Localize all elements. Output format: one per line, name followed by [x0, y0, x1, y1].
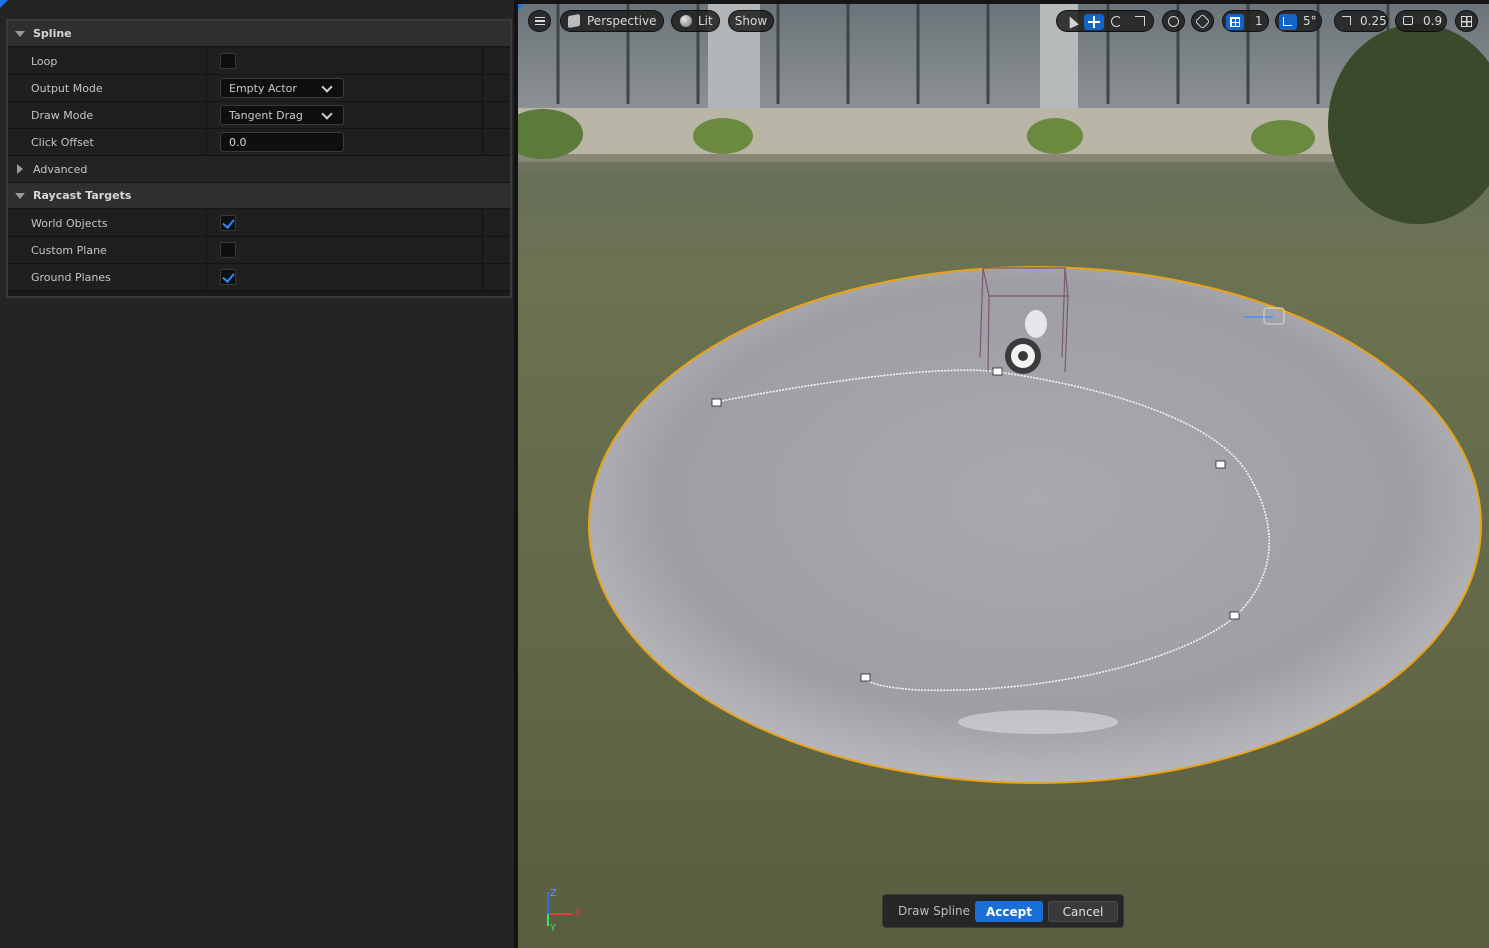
- grid-snap-control[interactable]: 1: [1222, 10, 1269, 32]
- viewport-layout-button[interactable]: [1455, 10, 1478, 32]
- draw-mode-value: Tangent Drag: [229, 109, 303, 122]
- output-mode-label: Output Mode: [31, 82, 103, 95]
- collapse-arrow-icon: [15, 30, 25, 37]
- lit-label: Lit: [698, 14, 713, 28]
- chevron-down-icon: [321, 81, 333, 93]
- coordinate-system-button[interactable]: [1162, 10, 1185, 32]
- expand-arrow-icon: [17, 164, 23, 174]
- surface-snap-icon: [1194, 13, 1211, 29]
- scale-snap-value: 0.25: [1360, 14, 1387, 28]
- camera-icon: [1403, 16, 1413, 25]
- click-offset-label: Click Offset: [31, 136, 94, 149]
- layout-grid-icon: [1461, 15, 1472, 27]
- perspective-button[interactable]: Perspective: [560, 10, 664, 32]
- axis-z-label: Z: [550, 888, 557, 899]
- chevron-down-icon: [321, 108, 333, 120]
- scale-icon: [1135, 16, 1145, 26]
- rotation-snap-toggle[interactable]: [1279, 14, 1297, 30]
- move-tool-button[interactable]: [1084, 14, 1104, 30]
- show-label: Show: [734, 14, 768, 28]
- advanced-label: Advanced: [33, 162, 88, 176]
- spline-point[interactable]: [1229, 611, 1240, 620]
- category-spline-label: Spline: [33, 27, 72, 40]
- advanced-expander[interactable]: Advanced: [8, 156, 510, 183]
- draw-mode-label: Draw Mode: [31, 109, 94, 122]
- scale-tool-button[interactable]: [1130, 14, 1150, 30]
- cursor-arrow-icon: [1065, 14, 1079, 29]
- spline-point[interactable]: [711, 398, 722, 407]
- draw-mode-dropdown[interactable]: Tangent Drag: [220, 105, 344, 125]
- rotate-icon: [1111, 16, 1122, 27]
- property-row-loop: Loop: [8, 48, 510, 75]
- click-offset-input[interactable]: 0.0: [220, 132, 344, 152]
- cancel-button[interactable]: Cancel: [1048, 901, 1118, 922]
- bush: [693, 118, 753, 154]
- rotate-tool-button[interactable]: [1107, 14, 1127, 30]
- details-panel: Spline Loop Output Mode Empty Actor Draw…: [0, 0, 516, 948]
- scale-snap-control[interactable]: 0.25: [1334, 10, 1388, 32]
- custom-plane-checkbox[interactable]: [220, 242, 236, 258]
- disc-highlight: [958, 710, 1118, 734]
- panel-accent-corner: [0, 0, 8, 8]
- hamburger-icon: [534, 17, 545, 25]
- move-arrows-icon-vertical: [1093, 16, 1095, 28]
- spline-point[interactable]: [1215, 460, 1226, 469]
- world-objects-checkbox[interactable]: [220, 215, 236, 231]
- axis-x-label: X: [575, 908, 582, 919]
- scale-snap-icon: [1342, 16, 1351, 25]
- spline-point[interactable]: [860, 673, 871, 682]
- ground-planes-checkbox[interactable]: [220, 269, 236, 285]
- property-row-click-offset: Click Offset 0.0: [8, 129, 510, 156]
- property-row-output-mode: Output Mode Empty Actor: [8, 75, 510, 102]
- spline-point[interactable]: [992, 367, 1003, 376]
- world-objects-label: World Objects: [31, 217, 108, 230]
- globe-icon: [1168, 15, 1179, 27]
- custom-plane-label: Custom Plane: [31, 244, 107, 257]
- draw-spline-toolbar: Draw Spline Accept Cancel: [882, 894, 1124, 928]
- accept-button[interactable]: Accept: [975, 901, 1043, 922]
- category-spline[interactable]: Spline: [8, 21, 510, 47]
- lit-sphere-icon: [680, 15, 692, 27]
- rotation-snap-control[interactable]: 5°: [1275, 10, 1322, 32]
- category-raycast-label: Raycast Targets: [33, 189, 132, 202]
- perspective-label: Perspective: [587, 14, 657, 28]
- property-row-world-objects: World Objects: [8, 210, 510, 237]
- transform-tools: [1056, 10, 1154, 32]
- property-row-draw-mode: Draw Mode Tangent Drag: [8, 102, 510, 129]
- property-row-ground-planes: Ground Planes: [8, 264, 510, 291]
- loop-checkbox[interactable]: [220, 53, 236, 69]
- viewport-scene: [518, 4, 1489, 926]
- cube-icon: [568, 13, 580, 29]
- rotation-snap-value: 5°: [1303, 14, 1317, 28]
- output-mode-dropdown[interactable]: Empty Actor: [220, 78, 344, 98]
- camera-speed-value: 0.9: [1423, 14, 1443, 28]
- draw-spline-label: Draw Spline: [898, 904, 971, 918]
- click-offset-value: 0.0: [229, 136, 247, 149]
- category-raycast-targets[interactable]: Raycast Targets: [8, 183, 510, 209]
- ground-planes-label: Ground Planes: [31, 271, 111, 284]
- surface-snapping-button[interactable]: [1191, 10, 1214, 32]
- grid-snap-toggle[interactable]: [1226, 14, 1244, 30]
- axis-y-label: Y: [550, 923, 557, 934]
- output-mode-value: Empty Actor: [229, 82, 297, 95]
- viewport-accent-corner: [518, 4, 524, 10]
- loop-label: Loop: [31, 55, 58, 68]
- select-tool-button[interactable]: [1061, 14, 1081, 30]
- bush: [1251, 120, 1315, 156]
- show-button[interactable]: Show: [728, 10, 774, 32]
- grid-icon: [1230, 17, 1240, 27]
- viewport-menu-button[interactable]: [528, 10, 551, 32]
- level-viewport[interactable]: X Z Y Perspective Lit Show 1 5° 0.25 0.9…: [518, 4, 1489, 948]
- property-row-custom-plane: Custom Plane: [8, 237, 510, 264]
- details-box: Spline Loop Output Mode Empty Actor Draw…: [6, 19, 512, 298]
- grid-snap-value: 1: [1255, 14, 1263, 28]
- view-mode-button[interactable]: Lit: [671, 10, 720, 32]
- camera-speed-control[interactable]: 0.9: [1395, 10, 1447, 32]
- bush: [1027, 118, 1083, 154]
- collapse-arrow-icon: [15, 192, 25, 199]
- angle-icon: [1283, 17, 1292, 26]
